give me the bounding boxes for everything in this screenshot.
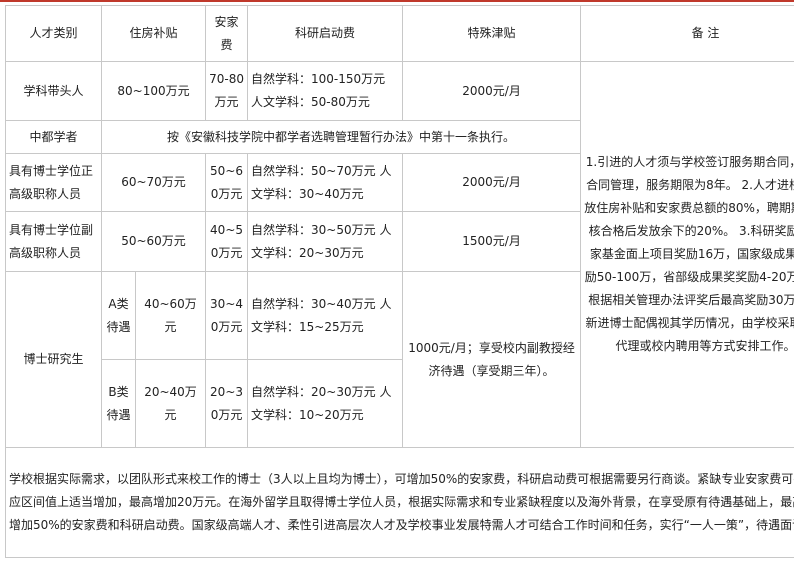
talent-policy-table: 人才类别 住房补贴 安家费 科研启动费 特殊津贴 备 注 学科带头人 80~10…	[4, 5, 794, 558]
phd-a-label: A类待遇	[101, 271, 136, 360]
doc-full-housing: 60~70万元	[100, 153, 207, 212]
phd-b-label: B类待遇	[101, 359, 136, 448]
remarks-cell: 1.引进的人才须与学校签订服务期合同，实行合同管理，服务期限为8年。 2.人才进…	[580, 61, 794, 448]
header-remarks: 备 注	[580, 5, 794, 62]
leader-category: 学科带头人	[5, 61, 102, 121]
phd-category: 博士研究生	[5, 271, 102, 448]
doc-assoc-settle: 40~50万元	[205, 211, 249, 272]
doc-assoc-category: 具有博士学位副高级职称人员	[5, 211, 102, 272]
top-accent-line	[0, 0, 794, 2]
phd-b-housing: 20~40万元	[134, 359, 207, 448]
header-allowance: 特殊津贴	[402, 5, 582, 62]
phd-b-research: 自然学科：20~30万元 人文学科：10~20万元	[247, 359, 404, 448]
phd-a-housing: 40~60万元	[134, 271, 207, 360]
doc-assoc-research: 自然学科：30~50万元 人文学科：20~30万元	[247, 211, 404, 272]
zhongdu-merged: 按《安徽科技学院中都学者选聘管理暂行办法》中第十一条执行。	[100, 120, 582, 154]
phd-a-research: 自然学科：30~40万元 人文学科：15~25万元	[247, 271, 404, 360]
leader-research: 自然学科：100-150万元 人文学科：50-80万元	[247, 61, 404, 121]
doc-assoc-allowance: 1500元/月	[402, 211, 582, 272]
leader-allowance: 2000元/月	[402, 61, 582, 121]
footer-row: 学校根据实际需求，以团队形式来校工作的博士（3人以上且均为博士），可增加50%的…	[4, 447, 794, 558]
header-research: 科研启动费	[247, 5, 404, 62]
leader-housing: 80~100万元	[100, 61, 207, 121]
phd-allowance: 1000元/月；享受校内副教授经济待遇（享受期三年）。	[402, 271, 582, 448]
doc-assoc-housing: 50~60万元	[100, 211, 207, 272]
header-settle: 安家费	[205, 5, 249, 62]
zhongdu-category: 中都学者	[5, 120, 102, 154]
header-row: 人才类别 住房补贴 安家费 科研启动费 特殊津贴 备 注	[5, 5, 794, 62]
row-leader: 学科带头人 80~100万元 70-80万元 自然学科：100-150万元 人文…	[5, 61, 794, 448]
phd-a-settle: 30~40万元	[205, 271, 249, 360]
doc-full-category: 具有博士学位正高级职称人员	[5, 153, 102, 212]
phd-b-settle: 20~30万元	[205, 359, 249, 448]
leader-settle: 70-80万元	[205, 61, 249, 121]
header-housing: 住房补贴	[100, 5, 207, 62]
doc-full-allowance: 2000元/月	[402, 153, 582, 212]
footer-note: 学校根据实际需求，以团队形式来校工作的博士（3人以上且均为博士），可增加50%的…	[4, 447, 794, 558]
doc-full-settle: 50~60万元	[205, 153, 249, 212]
doc-full-research: 自然学科：50~70万元 人文学科：30~40万元	[247, 153, 404, 212]
header-category: 人才类别	[5, 5, 102, 62]
